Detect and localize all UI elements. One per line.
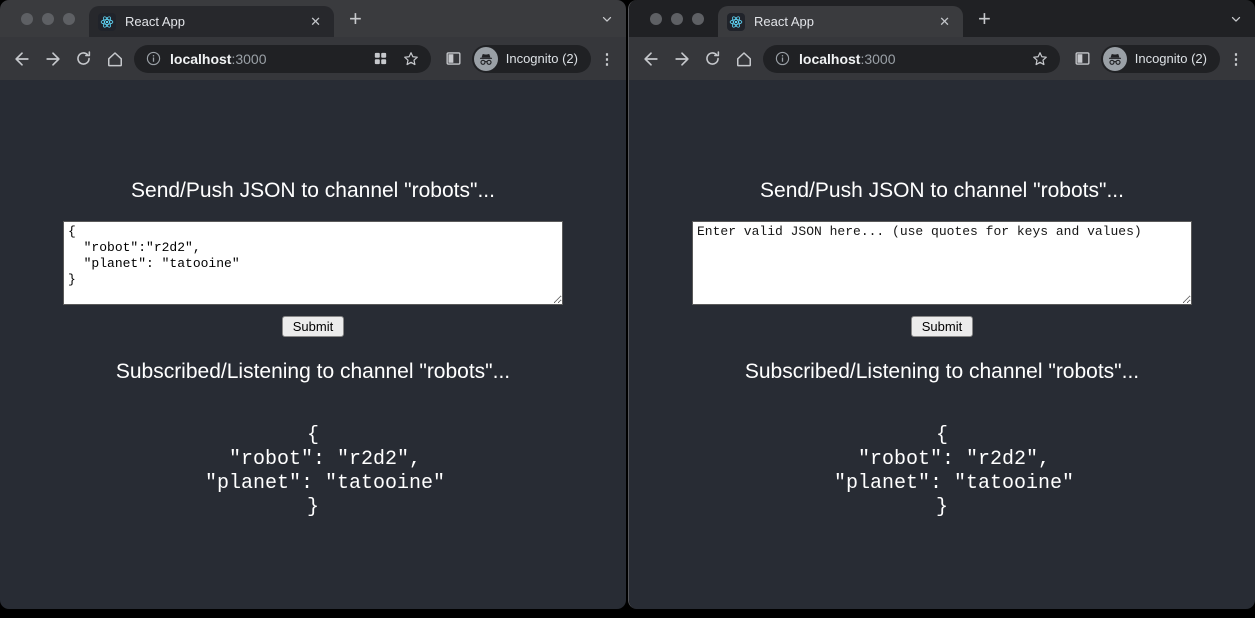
browser-window-right: React App ✕ +	[628, 0, 1255, 609]
back-button[interactable]	[6, 43, 37, 74]
tab-title: React App	[754, 14, 935, 29]
incognito-label: Incognito (2)	[1135, 51, 1207, 66]
received-json: { "robot": "r2d2", "planet": "tatooine" …	[0, 424, 626, 520]
incognito-badge: Incognito (2)	[472, 45, 591, 73]
side-panel-icon[interactable]	[1067, 43, 1098, 74]
new-tab-button[interactable]: +	[349, 9, 362, 29]
reload-button[interactable]	[697, 43, 728, 74]
send-heading: Send/Push JSON to channel "robots"...	[0, 179, 626, 203]
incognito-badge: Incognito (2)	[1101, 45, 1220, 73]
url-host: localhost	[799, 51, 860, 67]
minimize-window-button[interactable]	[42, 13, 54, 25]
close-tab-icon[interactable]: ✕	[306, 13, 325, 30]
zoom-window-button[interactable]	[63, 13, 75, 25]
submit-row: Submit	[629, 316, 1255, 337]
submit-button[interactable]: Submit	[282, 316, 344, 337]
menu-dots-icon[interactable]: ⋮	[596, 50, 618, 68]
incognito-label: Incognito (2)	[506, 51, 578, 66]
close-window-button[interactable]	[650, 13, 662, 25]
address-bar[interactable]: localhost :3000	[763, 45, 1060, 73]
toolbar: localhost :3000 Incognito (2) ⋮	[629, 37, 1255, 80]
submit-button[interactable]: Submit	[911, 316, 973, 337]
traffic-lights	[21, 13, 75, 25]
bookmark-star-icon[interactable]	[402, 50, 420, 68]
forward-button[interactable]	[37, 43, 68, 74]
address-bar[interactable]: localhost :3000	[134, 45, 431, 73]
traffic-lights	[650, 13, 704, 25]
listen-heading: Subscribed/Listening to channel "robots"…	[629, 360, 1255, 384]
tab-search-chevron-icon[interactable]	[600, 12, 614, 26]
side-panel-icon[interactable]	[438, 43, 469, 74]
close-tab-icon[interactable]: ✕	[935, 13, 954, 30]
new-tab-button[interactable]: +	[978, 9, 991, 29]
bookmark-star-icon[interactable]	[1031, 50, 1049, 68]
react-logo-icon	[98, 13, 116, 31]
received-json: { "robot": "r2d2", "planet": "tatooine" …	[629, 424, 1255, 520]
url-port: :3000	[231, 51, 266, 67]
incognito-icon	[474, 47, 498, 71]
json-input[interactable]: { "robot":"r2d2", "planet": "tatooine" }	[63, 221, 563, 305]
site-info-icon[interactable]	[774, 50, 791, 67]
home-button[interactable]	[99, 43, 130, 74]
incognito-icon	[1103, 47, 1127, 71]
send-heading: Send/Push JSON to channel "robots"...	[629, 179, 1255, 203]
back-button[interactable]	[635, 43, 666, 74]
extension-grid-icon[interactable]	[372, 50, 389, 67]
page-content: Send/Push JSON to channel "robots"... Su…	[629, 80, 1255, 609]
json-input[interactable]	[692, 221, 1192, 305]
page-content: Send/Push JSON to channel "robots"... { …	[0, 80, 626, 609]
tab-strip: React App ✕ +	[0, 0, 626, 37]
zoom-window-button[interactable]	[692, 13, 704, 25]
tab-react-app[interactable]: React App ✕	[718, 6, 963, 37]
tab-strip: React App ✕ +	[629, 0, 1255, 37]
toolbar: localhost :3000 Incognito (2) ⋮	[0, 37, 626, 80]
react-logo-icon	[727, 13, 745, 31]
listen-heading: Subscribed/Listening to channel "robots"…	[0, 360, 626, 384]
menu-dots-icon[interactable]: ⋮	[1225, 50, 1247, 68]
home-button[interactable]	[728, 43, 759, 74]
tab-search-chevron-icon[interactable]	[1229, 12, 1243, 26]
tab-react-app[interactable]: React App ✕	[89, 6, 334, 37]
browser-window-left: React App ✕ +	[0, 0, 626, 609]
desktop: React App ✕ +	[0, 0, 1255, 618]
url-host: localhost	[170, 51, 231, 67]
tab-title: React App	[125, 14, 306, 29]
forward-button[interactable]	[666, 43, 697, 74]
reload-button[interactable]	[68, 43, 99, 74]
submit-row: Submit	[0, 316, 626, 337]
minimize-window-button[interactable]	[671, 13, 683, 25]
close-window-button[interactable]	[21, 13, 33, 25]
site-info-icon[interactable]	[145, 50, 162, 67]
url-port: :3000	[860, 51, 895, 67]
